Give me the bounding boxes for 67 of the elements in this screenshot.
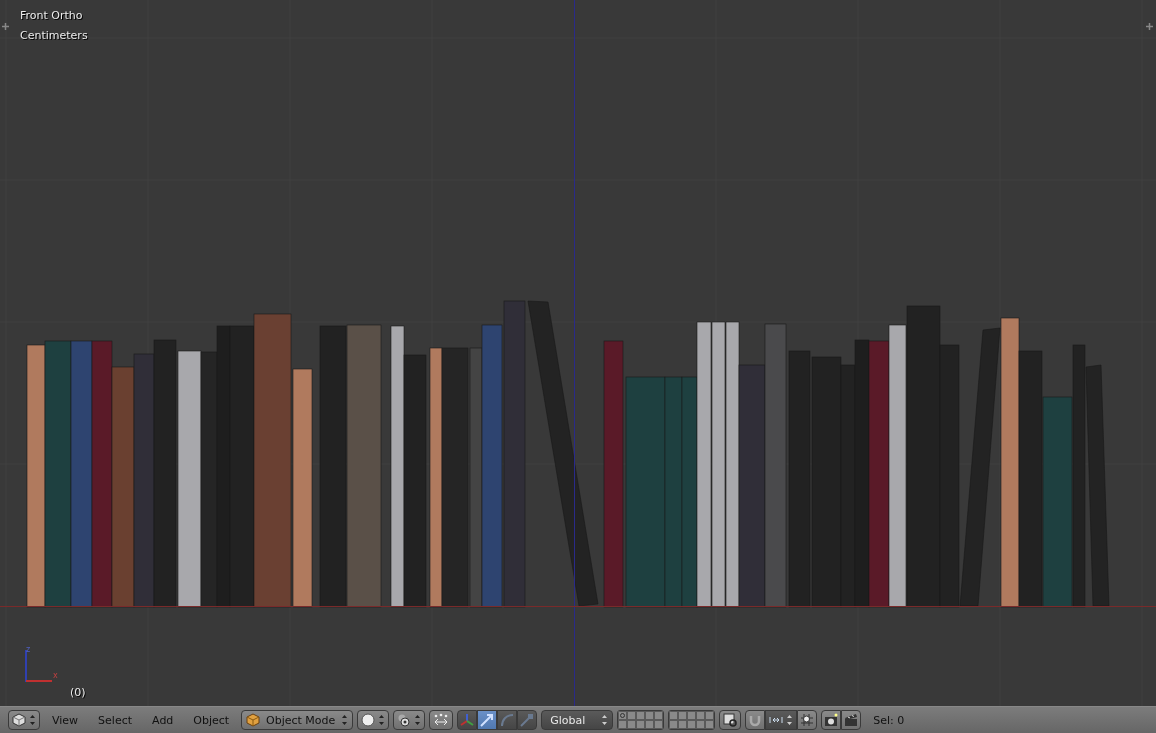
orientation-dropdown[interactable]: Global: [541, 710, 614, 730]
axes-icon: [459, 712, 476, 728]
frame-number: (0): [70, 686, 86, 699]
manipulator-toggle[interactable]: [429, 710, 454, 730]
layer-button[interactable]: [654, 711, 664, 720]
layer-button[interactable]: [696, 711, 706, 720]
snap-element-dropdown[interactable]: [765, 710, 798, 730]
layer-button[interactable]: [678, 720, 688, 729]
editor-type-button[interactable]: [8, 710, 40, 730]
snap-target-button[interactable]: [797, 710, 818, 730]
axis-gizmo-icon: [25, 649, 53, 683]
pivot-icon: [397, 713, 412, 727]
axis-label: x: [53, 672, 58, 680]
layer-button[interactable]: [627, 720, 637, 729]
units-label: Centimeters: [20, 29, 88, 42]
plus-icon[interactable]: [1, 22, 10, 31]
mode-dropdown[interactable]: Object Mode: [241, 710, 354, 730]
arc-icon: [499, 712, 516, 728]
layer-button[interactable]: [678, 711, 688, 720]
grid-icon: [800, 713, 815, 727]
shading-dropdown[interactable]: [357, 710, 390, 730]
magnet-icon: [748, 713, 763, 727]
layer-button[interactable]: [687, 720, 697, 729]
layer-button[interactable]: [669, 711, 679, 720]
layer-button[interactable]: [669, 720, 679, 729]
view-name: Front Ortho: [20, 9, 83, 22]
clapperboard-icon: [844, 713, 859, 727]
sphere-icon: [361, 713, 376, 727]
menu-item[interactable]: Object: [185, 710, 238, 730]
lock-camera-button[interactable]: [719, 710, 742, 730]
menu-item[interactable]: Add: [144, 710, 182, 730]
layer-button[interactable]: [636, 711, 646, 720]
arrow-icon: [479, 712, 496, 728]
layer-button[interactable]: [705, 711, 715, 720]
render-animation-button[interactable]: [841, 710, 862, 730]
selection-count: Sel: 0: [873, 713, 905, 727]
render-image-button[interactable]: [821, 710, 842, 730]
layer-button[interactable]: [627, 711, 637, 720]
layer-button[interactable]: [705, 720, 715, 729]
layer-button[interactable]: [654, 720, 664, 729]
snap-toggle[interactable]: [745, 710, 766, 730]
resize-arrows-icon: [433, 713, 450, 727]
pivot-dropdown[interactable]: [393, 710, 426, 730]
layer-button[interactable]: [636, 720, 646, 729]
layer-button[interactable]: [645, 720, 655, 729]
camera-icon: [824, 713, 839, 727]
up-down-arrows-icon: [341, 714, 349, 726]
layer-button[interactable]: [618, 720, 628, 729]
up-down-arrows-icon: [378, 714, 386, 726]
menu-item[interactable]: Select: [90, 710, 141, 730]
cube-icon: [246, 713, 261, 727]
menu-item[interactable]: View: [44, 710, 87, 730]
up-down-arrows-icon: [601, 714, 609, 726]
up-down-arrows-icon: [29, 714, 36, 726]
manipulator-button[interactable]: [477, 710, 498, 730]
cube-icon: [12, 713, 26, 727]
up-down-arrows-icon: [414, 714, 422, 726]
layer-grid[interactable]: [617, 710, 665, 730]
plus-icon[interactable]: [1145, 22, 1154, 31]
snap-increment-icon: [769, 714, 784, 726]
layer-button[interactable]: [696, 720, 706, 729]
axis-label: z: [26, 646, 31, 654]
layer-button[interactable]: [645, 711, 655, 720]
scale-icon: [519, 712, 536, 728]
lock-icon: [723, 713, 738, 727]
layer-button[interactable]: [687, 711, 697, 720]
up-down-arrows-icon: [786, 714, 794, 726]
